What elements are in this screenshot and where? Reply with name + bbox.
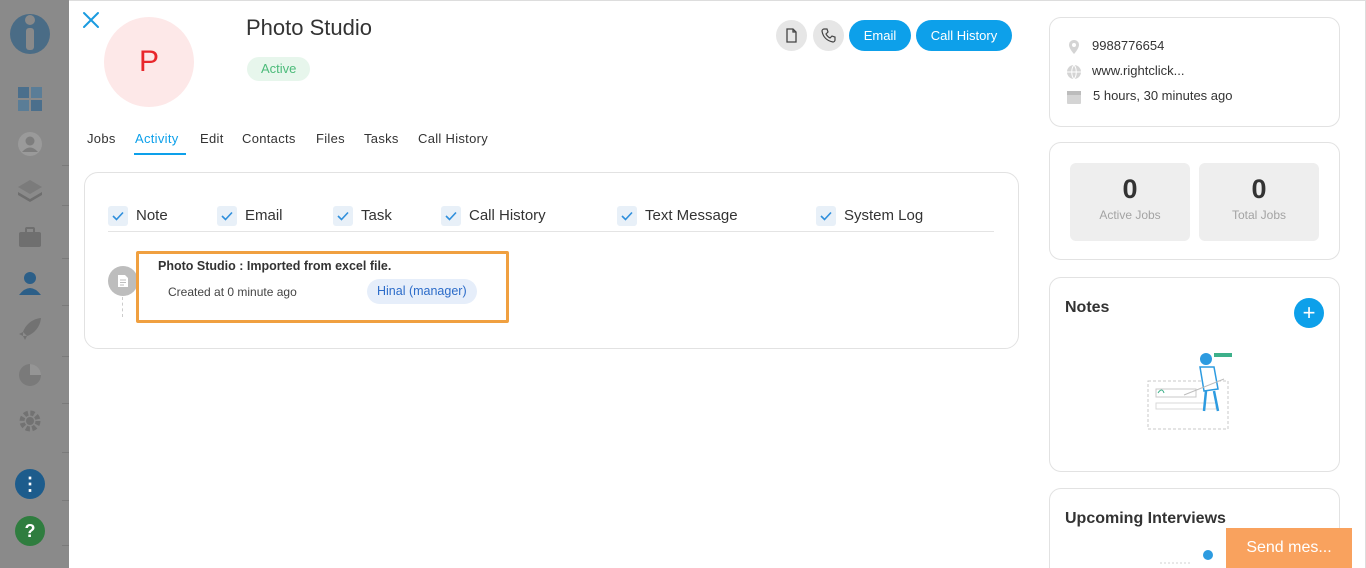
status-badge: Active xyxy=(247,57,311,81)
call-history-button[interactable]: Call History xyxy=(916,20,1012,51)
phone-icon xyxy=(821,28,836,43)
candidate-icon[interactable] xyxy=(17,270,43,296)
send-message-chat-button[interactable]: Send mes... xyxy=(1226,528,1352,568)
filter-label: Note xyxy=(136,207,168,224)
tab-files[interactable]: Files xyxy=(316,131,345,146)
sidebar-divider xyxy=(62,356,69,357)
total-jobs-stat: 0 Total Jobs xyxy=(1199,163,1319,241)
activity-entry-timestamp: Created at 0 minute ago xyxy=(168,285,297,299)
tab-tasks[interactable]: Tasks xyxy=(364,131,399,146)
tab-edit[interactable]: Edit xyxy=(200,131,224,146)
active-jobs-count: 0 xyxy=(1122,174,1138,204)
filter-divider xyxy=(108,231,994,232)
add-note-button[interactable]: + xyxy=(1294,298,1324,328)
company-avatar: P xyxy=(104,17,194,107)
empty-notes-illustration xyxy=(1147,353,1232,430)
empty-interviews-illustration xyxy=(1160,550,1213,564)
info-time: 5 hours, 30 minutes ago xyxy=(1093,88,1233,103)
sidebar-divider xyxy=(62,452,69,453)
email-button[interactable]: Email xyxy=(849,20,911,51)
sidebar-divider xyxy=(62,258,69,259)
activity-entry-user-badge[interactable]: Hinal (manager) xyxy=(367,279,477,304)
sidebar-divider xyxy=(62,305,69,306)
close-icon[interactable] xyxy=(81,10,101,30)
sidebar-divider xyxy=(62,500,69,501)
layers-icon[interactable] xyxy=(17,178,43,204)
total-jobs-label: Total Jobs xyxy=(1231,208,1287,222)
filter-label: Call History xyxy=(469,207,546,224)
dashboard-icon[interactable] xyxy=(17,86,43,112)
document-icon xyxy=(786,28,797,43)
active-jobs-stat: 0 Active Jobs xyxy=(1070,163,1190,241)
settings-gear-icon[interactable] xyxy=(17,408,43,434)
sidebar: ⋮ ? xyxy=(0,0,69,568)
note-document-icon xyxy=(118,275,128,287)
tab-activity[interactable]: Activity xyxy=(135,131,179,146)
checkbox-checked-icon[interactable] xyxy=(108,206,128,226)
info-website[interactable]: www.rightclick... xyxy=(1092,63,1184,78)
pie-chart-icon[interactable] xyxy=(17,362,43,388)
upcoming-interviews-title: Upcoming Interviews xyxy=(1065,510,1226,527)
sidebar-divider xyxy=(62,165,69,166)
company-name: Photo Studio xyxy=(246,15,372,40)
activity-entry-title: Photo Studio : Imported from excel file. xyxy=(158,259,392,273)
help-icon[interactable]: ? xyxy=(15,516,45,546)
globe-icon xyxy=(1067,64,1081,80)
active-tab-indicator xyxy=(134,153,186,155)
filter-label: System Log xyxy=(844,207,924,224)
location-pin-icon xyxy=(1069,40,1079,54)
calendar-icon xyxy=(1067,91,1081,104)
sidebar-divider xyxy=(62,205,69,206)
filter-label: Task xyxy=(361,207,392,224)
sidebar-divider xyxy=(62,403,69,404)
tab-contacts[interactable]: Contacts xyxy=(242,131,296,146)
checkbox-checked-icon[interactable] xyxy=(217,206,237,226)
checkbox-checked-icon[interactable] xyxy=(816,206,836,226)
more-options-icon[interactable]: ⋮ xyxy=(15,469,45,499)
rocket-icon[interactable] xyxy=(17,316,43,342)
filter-label: Email xyxy=(245,207,283,224)
total-jobs-count: 0 xyxy=(1251,174,1267,204)
timeline-connector xyxy=(122,297,123,317)
document-button[interactable] xyxy=(776,20,807,51)
tab-call-history[interactable]: Call History xyxy=(418,131,488,146)
info-phone: 9988776654 xyxy=(1092,38,1165,53)
active-jobs-label: Active Jobs xyxy=(1099,208,1161,222)
timeline-dot xyxy=(108,266,138,296)
notes-title: Notes xyxy=(1065,299,1110,316)
checkbox-checked-icon[interactable] xyxy=(333,206,353,226)
tab-jobs[interactable]: Jobs xyxy=(87,131,116,146)
filter-label: Text Message xyxy=(645,207,738,224)
checkbox-checked-icon[interactable] xyxy=(617,206,637,226)
checkbox-checked-icon[interactable] xyxy=(441,206,461,226)
app-logo xyxy=(10,14,50,54)
phone-button[interactable] xyxy=(813,20,844,51)
user-icon[interactable] xyxy=(17,131,43,157)
briefcase-icon[interactable] xyxy=(17,224,43,250)
sidebar-divider xyxy=(62,545,69,546)
